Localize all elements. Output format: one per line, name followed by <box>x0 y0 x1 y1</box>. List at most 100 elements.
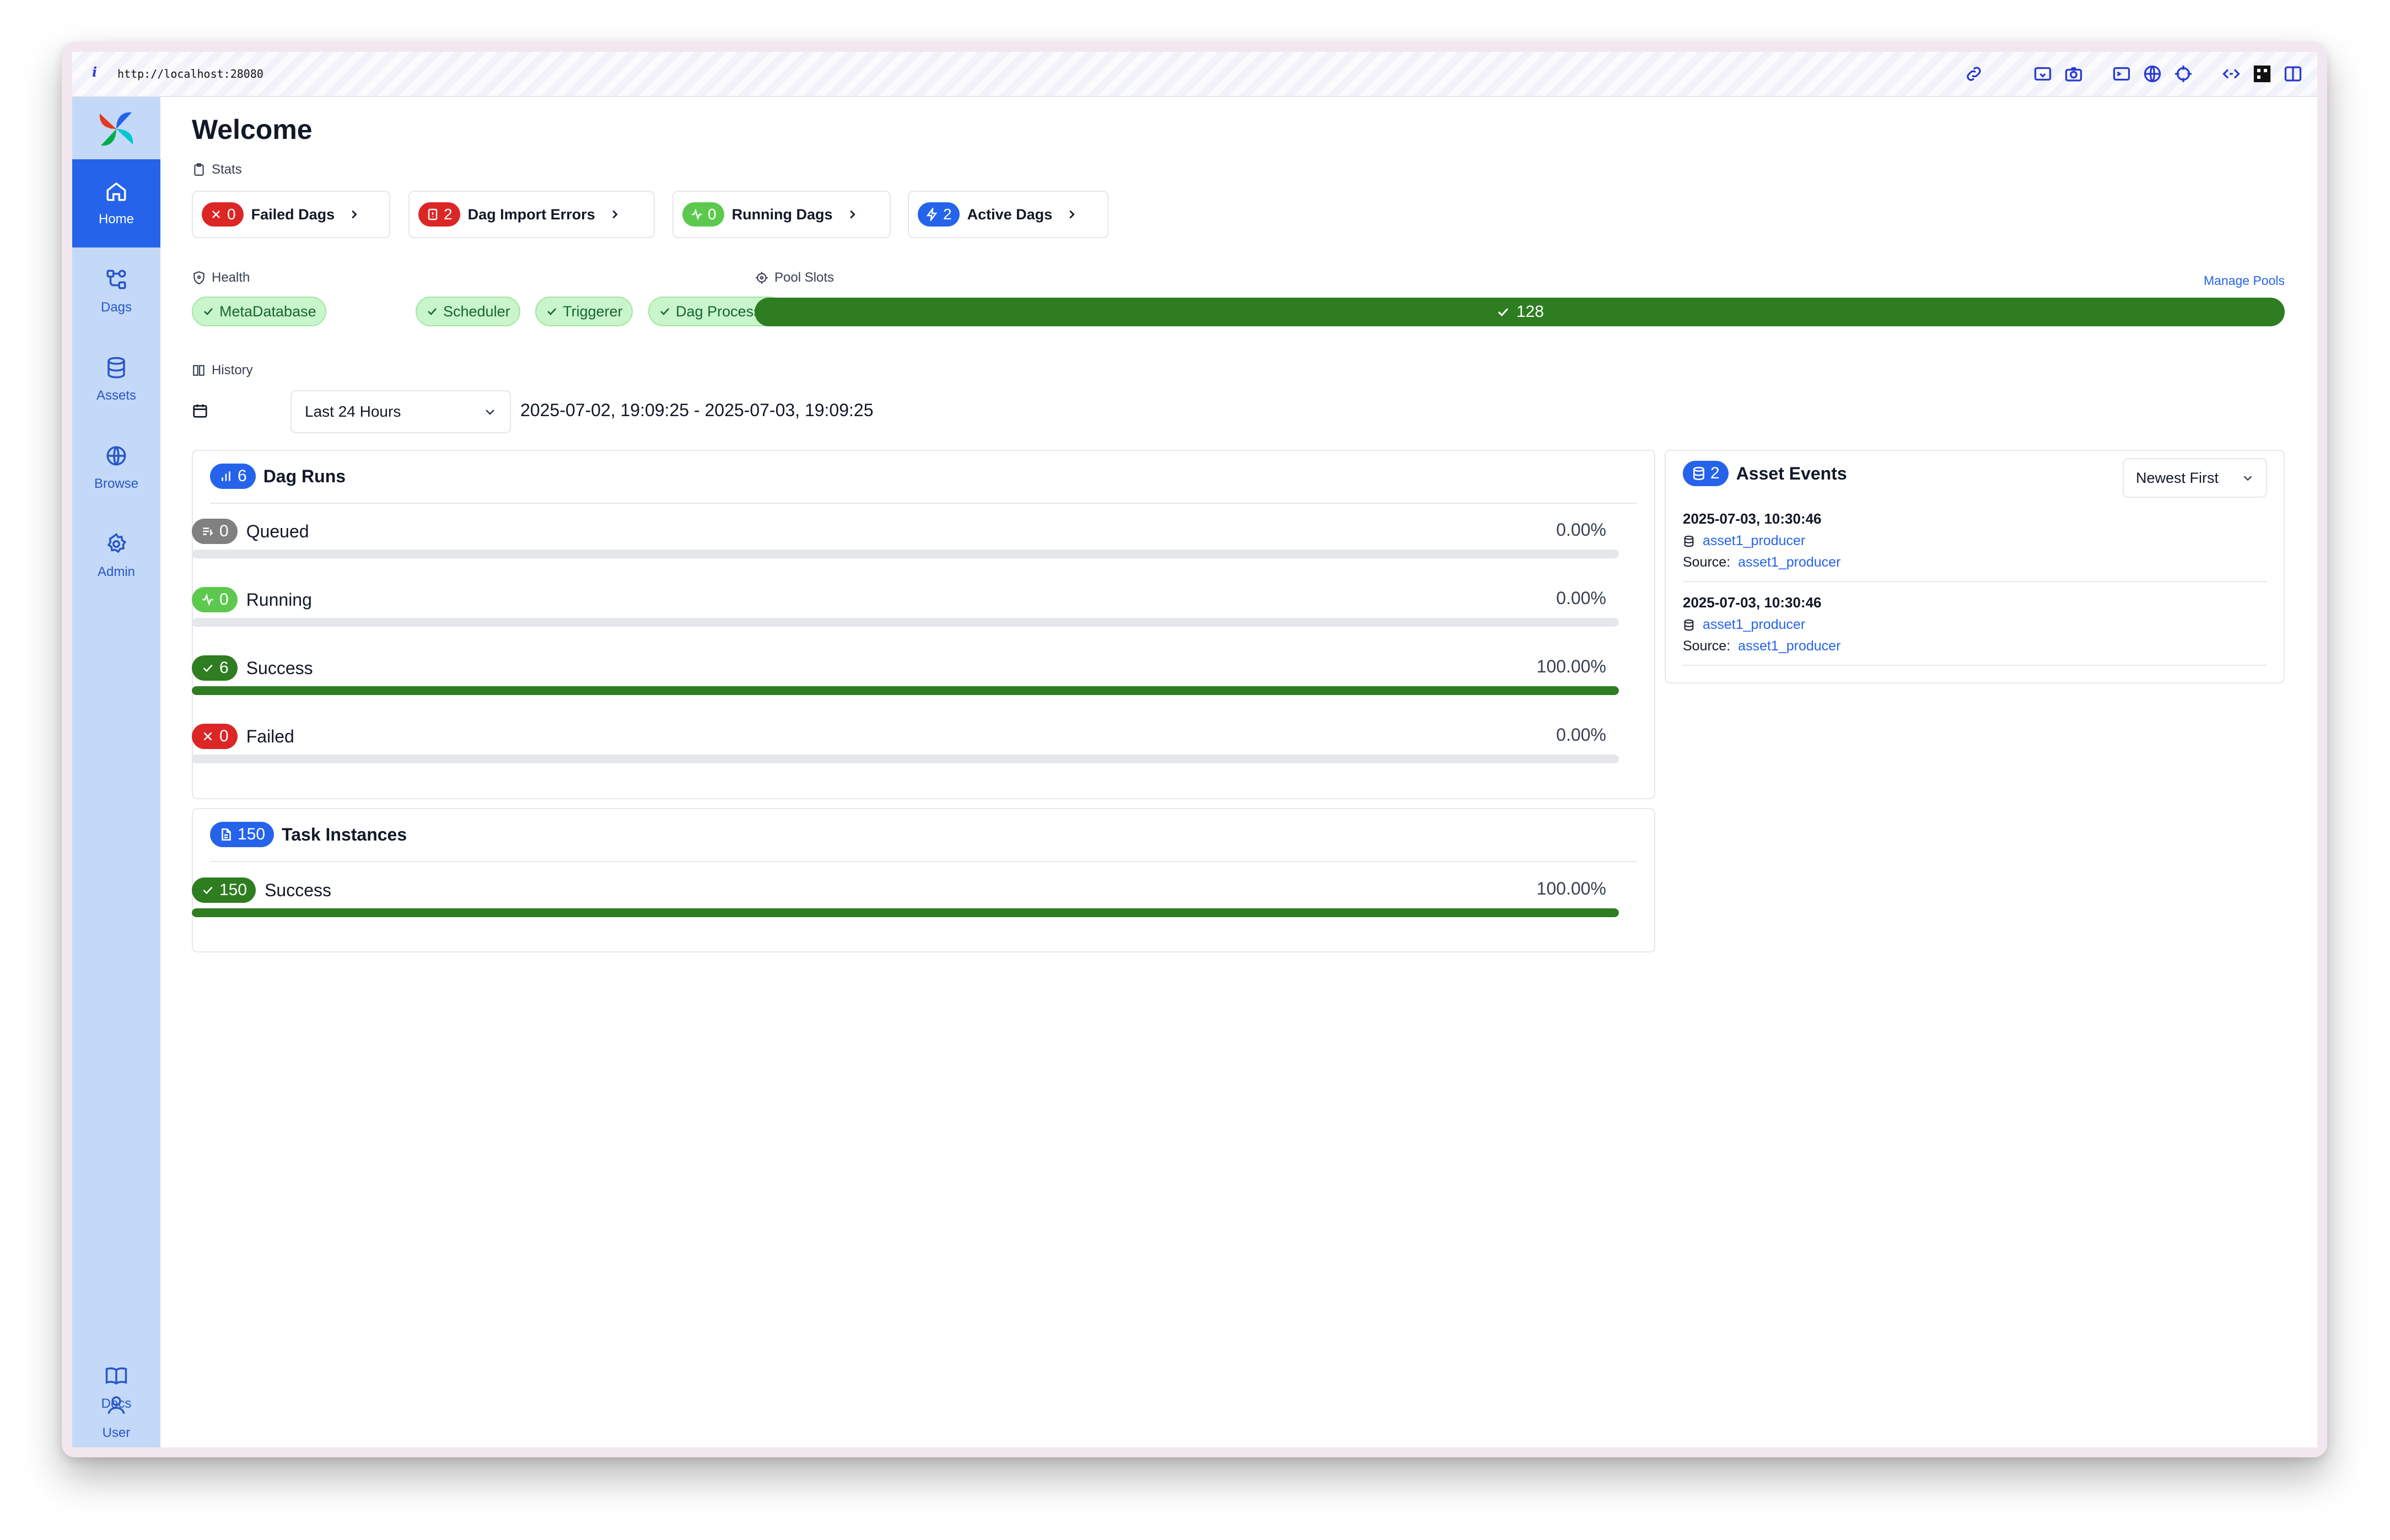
source-link[interactable]: asset1_producer <box>1738 554 1840 570</box>
health-pill-metadatabase: MetaDatabase <box>192 297 326 326</box>
x-icon <box>212 211 220 218</box>
state-count-badge: 0 <box>192 587 238 612</box>
split-view-icon[interactable] <box>2283 64 2303 84</box>
terminal-icon[interactable] <box>2112 64 2131 84</box>
history-label: History <box>212 363 253 378</box>
state-label: Queued <box>246 521 309 541</box>
file-icon <box>222 828 231 841</box>
state-row-success[interactable]: 6 Success <box>192 655 313 681</box>
shield-icon <box>193 271 204 285</box>
state-count-badge: 0 <box>192 519 238 544</box>
health-item-label: MetaDatabase <box>219 303 316 320</box>
state-label: Success <box>246 658 313 678</box>
state-label: Success <box>265 880 331 900</box>
state-row-success[interactable]: 150 Success <box>192 877 331 903</box>
failed-dags-badge: 0 <box>202 202 244 227</box>
state-count-badge: 150 <box>192 877 256 903</box>
sidebar-item-browse[interactable]: Browse <box>72 424 160 512</box>
time-range-select[interactable]: Last 24 Hours <box>290 390 511 433</box>
divider <box>1683 581 2267 582</box>
stat-card-dag-import-errors[interactable]: 2 Dag Import Errors <box>408 191 655 238</box>
database-icon <box>107 357 125 379</box>
asset-events-header: 2 Asset Events <box>1683 461 1847 486</box>
active-dags-label: Active Dags <box>967 206 1053 223</box>
code-icon[interactable] <box>2221 64 2241 84</box>
divider <box>1683 665 2267 666</box>
check-icon <box>428 308 437 315</box>
link-icon[interactable] <box>1964 64 1984 84</box>
state-progress-bar <box>192 618 1619 627</box>
dag-runs-count-badge: 6 <box>210 464 256 489</box>
screenshot-region-icon[interactable] <box>2033 64 2053 84</box>
pool-slots-heading: Pool Slots <box>755 270 834 286</box>
state-count-badge: 0 <box>192 724 238 749</box>
manage-pools-link[interactable]: Manage Pools <box>2204 273 2285 288</box>
stat-card-active-dags[interactable]: 2 Active Dags <box>908 191 1108 238</box>
info-icon[interactable]: i <box>92 64 97 80</box>
stat-card-running-dags[interactable]: 0 Running Dags <box>672 191 891 238</box>
source-label: Source: <box>1683 638 1731 654</box>
check-icon <box>1498 308 1509 317</box>
state-count: 0 <box>219 727 229 745</box>
state-row-failed[interactable]: 0 Failed <box>192 724 294 749</box>
sidebar-item-home[interactable]: Home <box>72 159 160 247</box>
sidebar: Home Dags Assets Browse Admin Docs <box>72 97 160 1447</box>
chevron-down-icon <box>486 410 494 415</box>
stat-card-failed-dags[interactable]: 0 Failed Dags <box>192 191 390 238</box>
main-content: Welcome Stats 0 Failed Dags 2 Dag Import… <box>160 97 2317 1447</box>
asset-link[interactable]: asset1_producer <box>1703 533 1805 549</box>
import-errors-label: Dag Import Errors <box>467 206 595 223</box>
state-count: 0 <box>219 590 229 609</box>
qr-code-icon[interactable] <box>2252 64 2272 84</box>
dag-runs-header: 6 Dag Runs <box>210 464 346 489</box>
state-progress-fill <box>192 908 1619 917</box>
divider <box>210 861 1637 862</box>
asset-event-asset: asset1_producer <box>1683 617 2267 633</box>
airflow-logo[interactable] <box>95 108 137 150</box>
address-bar: i http://localhost:28080 <box>72 52 2317 97</box>
asset-events-count-badge: 2 <box>1683 461 1729 486</box>
chevron-right-icon <box>352 210 357 219</box>
chevron-right-icon <box>1069 210 1075 219</box>
crosshair-icon[interactable] <box>2173 64 2193 84</box>
state-percentage: 100.00% <box>1536 879 1606 898</box>
bar-chart-icon <box>222 471 230 481</box>
globe-icon[interactable] <box>2143 64 2162 84</box>
task-instances-header: 150 Task Instances <box>210 822 407 847</box>
source-link[interactable]: asset1_producer <box>1738 638 1840 654</box>
sidebar-item-user[interactable]: User <box>72 1387 160 1447</box>
home-icon <box>106 182 126 201</box>
pool-slots-bar[interactable]: 128 <box>755 298 2285 326</box>
check-icon <box>204 308 213 315</box>
url-text[interactable]: http://localhost:28080 <box>117 67 263 80</box>
asset-event-source: Source: asset1_producer <box>1683 554 2267 570</box>
sidebar-item-label: Browse <box>94 476 139 491</box>
activity-icon <box>692 208 702 220</box>
failed-icon <box>203 732 212 741</box>
state-percentage: 100.00% <box>1536 656 1606 676</box>
dag-runs-title: Dag Runs <box>263 466 346 486</box>
chevron-right-icon <box>612 210 618 219</box>
sidebar-item-admin[interactable]: Admin <box>72 512 160 600</box>
state-progress-bar <box>192 908 1619 917</box>
sidebar-item-assets[interactable]: Assets <box>72 336 160 424</box>
state-progress-fill <box>192 686 1619 695</box>
asset-events-count: 2 <box>1710 464 1720 482</box>
health-pill-triggerer: Triggerer <box>535 297 633 326</box>
time-range-value: Last 24 Hours <box>305 403 401 420</box>
sidebar-item-dags[interactable]: Dags <box>72 247 160 336</box>
state-label: Failed <box>246 726 294 746</box>
database-icon <box>1693 466 1704 481</box>
camera-icon[interactable] <box>2064 64 2084 84</box>
state-row-queued[interactable]: 0 Queued <box>192 519 309 544</box>
failed-dags-count: 0 <box>227 206 236 223</box>
sort-order-select[interactable]: Newest First <box>2123 458 2267 498</box>
asset-link[interactable]: asset1_producer <box>1703 617 1805 633</box>
success-icon <box>203 886 213 895</box>
state-row-running[interactable]: 0 Running <box>192 587 312 612</box>
state-progress-bar <box>192 550 1619 558</box>
chevron-right-icon <box>849 210 855 219</box>
sidebar-item-label: Dags <box>100 300 132 315</box>
book-icon <box>105 1367 127 1385</box>
dag-runs-count: 6 <box>238 467 247 485</box>
